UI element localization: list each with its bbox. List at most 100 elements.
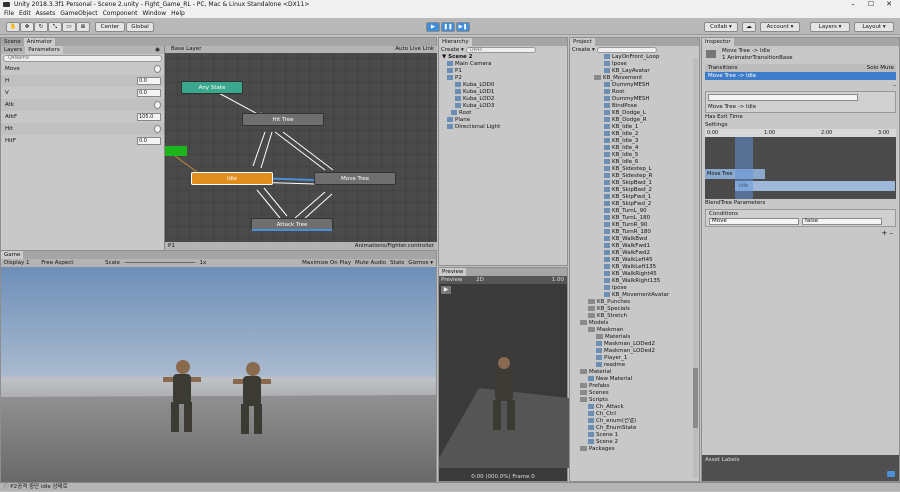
parameter-value-field[interactable]: 0.0	[137, 137, 161, 145]
display-dropdown[interactable]: Display 1	[4, 260, 30, 266]
hierarchy-item[interactable]: Root	[439, 110, 567, 117]
project-item[interactable]: KB_Idle_5	[574, 152, 699, 159]
project-item[interactable]: KB_TurnR_180	[574, 229, 699, 236]
menu-item-help[interactable]: Help	[171, 9, 185, 18]
hierarchy-create-dropdown[interactable]: Create ▾	[441, 47, 464, 53]
attack-tree-node[interactable]: Attack Tree	[251, 218, 333, 231]
project-item[interactable]: KB_Movement	[574, 75, 699, 82]
minimize-button[interactable]: –	[845, 0, 861, 9]
project-item[interactable]: Scenes	[574, 390, 699, 397]
move-tool-icon[interactable]: ✥	[20, 22, 34, 32]
menu-item-gameobject[interactable]: GameObject	[60, 9, 97, 18]
tab-hierarchy[interactable]: Hierarchy	[439, 38, 472, 46]
global-local-toggle[interactable]: Global	[126, 22, 154, 32]
parameter-value-field[interactable]: 105.0	[137, 113, 161, 121]
preview-mode-toggle[interactable]: 2D	[476, 277, 484, 283]
scale-slider[interactable]	[124, 262, 195, 263]
project-item[interactable]: Maskman_LODed2	[574, 348, 699, 355]
project-item[interactable]: Root	[574, 89, 699, 96]
project-item[interactable]: KB_Punches	[574, 299, 699, 306]
tab-scene[interactable]: Scene	[1, 38, 24, 46]
parameter-row[interactable]: HitF 0.0	[1, 135, 164, 147]
parameter-toggle[interactable]	[154, 65, 161, 73]
move-tree-node[interactable]: Move Tree	[314, 172, 396, 185]
animator-graph[interactable]: Base Layer Auto Live Link Any State Hit …	[165, 46, 437, 250]
hierarchy-item[interactable]: P2	[439, 75, 567, 82]
layout-dropdown[interactable]: Layout ▾	[854, 22, 894, 32]
project-item[interactable]: BindPose	[574, 103, 699, 110]
hierarchy-item[interactable]: P1	[439, 68, 567, 75]
pause-button-icon[interactable]: ❚❚	[441, 22, 455, 32]
project-item[interactable]: Player_1	[574, 355, 699, 362]
scale-tool-icon[interactable]: ⤡	[48, 22, 62, 32]
hierarchy-item[interactable]: Kuba_LOD1	[439, 89, 567, 96]
project-item[interactable]: KB_Sidestep_L	[574, 166, 699, 173]
parameter-row[interactable]: AtkF 105.0	[1, 111, 164, 123]
project-item[interactable]: Materials	[574, 334, 699, 341]
step-button-icon[interactable]: ▶❚	[456, 22, 470, 32]
menu-item-edit[interactable]: Edit	[19, 9, 31, 18]
project-item[interactable]: readme	[574, 362, 699, 369]
project-item[interactable]: KB_SkipBwd_1	[574, 180, 699, 187]
close-button[interactable]: ✕	[881, 0, 897, 9]
remove-transition-button[interactable]: –	[705, 82, 896, 89]
parameter-row[interactable]: Atk	[1, 99, 164, 111]
project-search-input[interactable]	[596, 46, 657, 53]
project-item[interactable]: Scene 2	[574, 439, 699, 446]
project-item[interactable]: New Material	[574, 376, 699, 383]
tab-preview[interactable]: Preview	[439, 268, 467, 276]
rotate-tool-icon[interactable]: ↻	[34, 22, 48, 32]
hierarchy-item[interactable]: Kuba_LOD2	[439, 96, 567, 103]
transform-tool-icon[interactable]: ⊠	[76, 22, 90, 32]
game-option-2[interactable]: Stats	[390, 260, 404, 266]
layers-dropdown[interactable]: Layers ▾	[810, 22, 850, 32]
project-item[interactable]: KB_TurnR_90	[574, 222, 699, 229]
project-item[interactable]: Ch_EnumState	[574, 425, 699, 432]
project-item[interactable]: KB_TurnL_180	[574, 215, 699, 222]
game-view[interactable]	[1, 267, 436, 482]
remove-condition-button[interactable]: –	[890, 229, 894, 237]
game-option-0[interactable]: Maximize On Play	[302, 260, 351, 266]
project-item[interactable]: KB_Idle_1	[574, 124, 699, 131]
parameter-row[interactable]: V 0.0	[1, 87, 164, 99]
tab-parameters[interactable]: Parameters	[25, 46, 63, 54]
menu-item-window[interactable]: Window	[142, 9, 166, 18]
project-item[interactable]: Ipose	[574, 61, 699, 68]
tab-animator[interactable]: Animator	[23, 38, 56, 46]
condition-parameter-dropdown[interactable]: Move	[709, 218, 799, 225]
condition-value-dropdown[interactable]: false	[802, 218, 882, 225]
transition-name-field[interactable]	[708, 94, 858, 101]
project-create-dropdown[interactable]: Create ▾	[572, 47, 595, 53]
project-item[interactable]: Maskman_LODed2	[574, 341, 699, 348]
project-item[interactable]: KB_Idle_6	[574, 159, 699, 166]
any-state-node[interactable]: Any State	[181, 81, 243, 94]
project-item[interactable]: Maskman	[574, 327, 699, 334]
project-item[interactable]: KB_LayAvatar	[574, 68, 699, 75]
project-item[interactable]: KB_Dodge_L	[574, 110, 699, 117]
blendtree-parameters-foldout[interactable]: BlendTree Parameters	[702, 199, 899, 207]
label-icon[interactable]	[887, 471, 895, 477]
add-condition-button[interactable]: +	[881, 229, 887, 237]
parameter-search-input[interactable]: Q▾Name	[3, 55, 162, 62]
project-item[interactable]: Ch_enum(전열)	[574, 418, 699, 425]
entry-node[interactable]	[165, 146, 187, 156]
parameter-value-field[interactable]: 0.0	[137, 77, 161, 85]
parameter-row[interactable]: Move	[1, 63, 164, 75]
transition-window[interactable]	[735, 137, 753, 199]
preview-play-icon[interactable]: ▶	[441, 286, 451, 294]
project-item[interactable]: KB_Idle_3	[574, 138, 699, 145]
timeline-idle[interactable]: Idle	[735, 181, 895, 191]
project-item[interactable]: Scene 1	[574, 432, 699, 439]
parameter-toggle[interactable]	[154, 125, 161, 133]
play-button-icon[interactable]: ▶	[426, 22, 440, 32]
project-item[interactable]: KB_MovementAvatar	[574, 292, 699, 299]
hierarchy-item[interactable]: Plane	[439, 117, 567, 124]
parameter-row[interactable]: Hit	[1, 123, 164, 135]
rect-tool-icon[interactable]: ▭	[62, 22, 76, 32]
scene-root[interactable]: ▼ Scene 2	[439, 54, 567, 61]
project-item[interactable]: KB_Specials	[574, 306, 699, 313]
project-item[interactable]: Models	[574, 320, 699, 327]
project-item[interactable]: Ch_Attack	[574, 404, 699, 411]
parameter-row[interactable]: H 0.0	[1, 75, 164, 87]
project-item[interactable]: Ch_Ctrl	[574, 411, 699, 418]
